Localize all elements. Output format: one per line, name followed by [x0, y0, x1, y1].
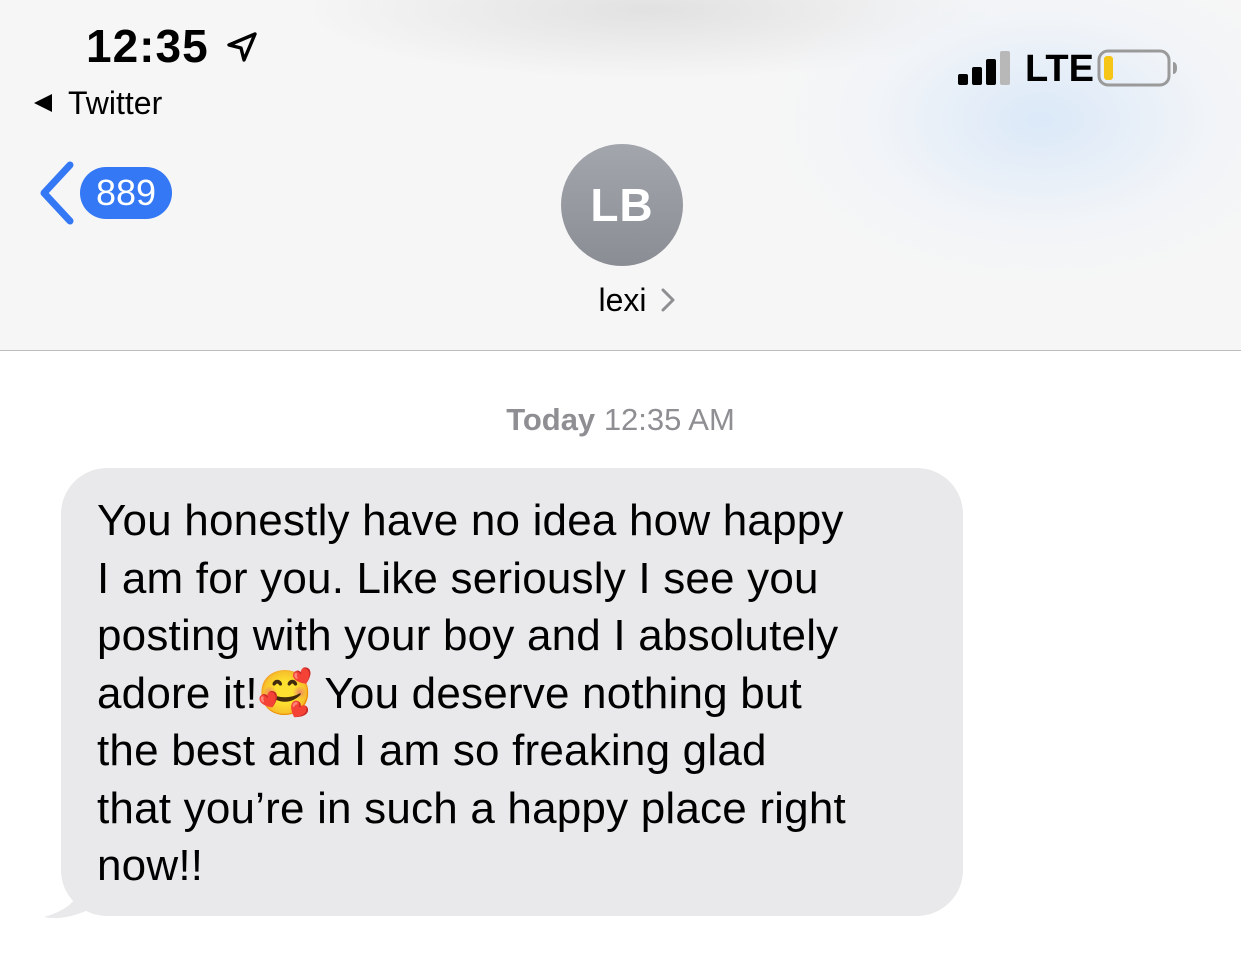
- incoming-message-bubble[interactable]: You honestly have no idea how happy I am…: [61, 468, 963, 916]
- battery-icon: [1097, 49, 1177, 87]
- back-to-app-link[interactable]: Twitter: [32, 84, 162, 122]
- message-timestamp: Today 12:35 AM: [0, 400, 1241, 440]
- chevron-left-icon: [40, 161, 74, 225]
- unread-count-badge: 889: [80, 167, 173, 219]
- timestamp-time: 12:35 AM: [603, 402, 735, 437]
- signal-strength-icon: [958, 51, 1010, 85]
- contact-avatar[interactable]: LB: [561, 144, 683, 266]
- chevron-right-icon: [661, 288, 674, 312]
- back-button[interactable]: 889: [36, 160, 173, 226]
- status-time: 12:35: [86, 20, 209, 72]
- network-type-label: LTE: [1025, 48, 1094, 90]
- timestamp-day: Today: [506, 402, 596, 437]
- conversation-header: 12:35 Twitter LTE 889 LB lexi: [0, 0, 1241, 351]
- back-to-app-label: Twitter: [68, 85, 163, 121]
- contact-name: lexi: [598, 282, 647, 318]
- header-divider: [0, 350, 1241, 351]
- location-arrow-icon: [227, 32, 257, 62]
- message-text: You honestly have no idea how happy I am…: [97, 496, 846, 890]
- contact-details-button[interactable]: lexi: [0, 278, 1241, 322]
- header-glow: [781, 0, 1241, 280]
- back-triangle-icon: [34, 94, 52, 112]
